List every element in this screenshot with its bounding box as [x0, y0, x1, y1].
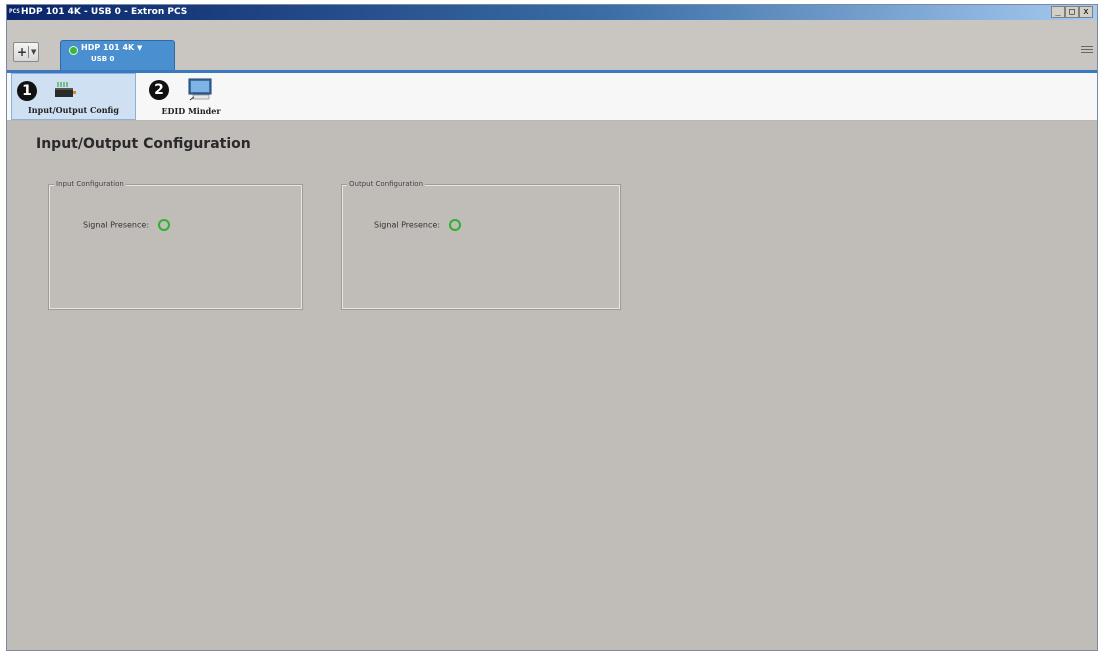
chevron-down-icon[interactable]: ▼ [31, 43, 36, 61]
device-tab-bar: + ▼ HDP 101 4K ▼ USB 0 [7, 20, 1097, 71]
io-config-icon [55, 82, 76, 97]
device-tab-title: HDP 101 4K ▼ [81, 43, 142, 52]
window-controls: _ □ x [1051, 6, 1093, 19]
title-bar[interactable]: PCS HDP 101 4K - USB 0 - Extron PCS _ □ … [7, 5, 1097, 20]
edid-minder-label: EDID Minder [161, 106, 221, 116]
signal-led-icon [448, 219, 461, 231]
callout-number-1: 1 [17, 81, 37, 101]
device-port: USB 0 [91, 55, 115, 63]
page-title: Input/Output Configuration [36, 136, 251, 152]
io-config-button[interactable]: 1 Input/Output Config [11, 73, 136, 120]
hamburger-menu-icon[interactable] [1081, 44, 1093, 54]
output-group-title: Output Configuration [347, 180, 426, 188]
app-icon: PCS [9, 8, 20, 15]
edid-minder-button[interactable]: 2 EDID Minder [145, 73, 237, 120]
device-tab[interactable]: HDP 101 4K ▼ USB 0 [60, 40, 175, 70]
output-signal-row: Signal Presence: [374, 219, 461, 231]
connection-status-icon [69, 46, 78, 55]
device-name: HDP 101 4K [81, 43, 135, 52]
input-signal-row: Signal Presence: [83, 219, 170, 231]
output-signal-label: Signal Presence: [374, 220, 441, 230]
minimize-button[interactable]: _ [1051, 6, 1065, 18]
signal-led-icon [157, 219, 170, 231]
input-group-title: Input Configuration [54, 180, 126, 188]
input-configuration-group: Input Configuration Signal Presence: [48, 180, 303, 310]
io-config-label: Input/Output Config [28, 105, 119, 115]
app-window: PCS HDP 101 4K - USB 0 - Extron PCS _ □ … [6, 4, 1098, 651]
maximize-button[interactable]: □ [1065, 6, 1079, 18]
main-content: Input/Output Configuration Input Configu… [7, 121, 1097, 650]
output-configuration-group: Output Configuration Signal Presence: [341, 180, 621, 310]
add-device-button[interactable]: + ▼ [13, 42, 39, 62]
window-title: HDP 101 4K - USB 0 - Extron PCS [21, 7, 188, 17]
edid-monitor-icon [188, 78, 212, 101]
callout-number-2: 2 [149, 80, 169, 100]
input-signal-label: Signal Presence: [83, 220, 150, 230]
chevron-down-icon[interactable]: ▼ [137, 44, 142, 52]
close-button[interactable]: x [1079, 6, 1093, 18]
toolbar: 1 Input/Output Config 2 EDID Minder [7, 73, 1097, 121]
plus-icon: + [17, 45, 28, 59]
divider [28, 46, 29, 58]
